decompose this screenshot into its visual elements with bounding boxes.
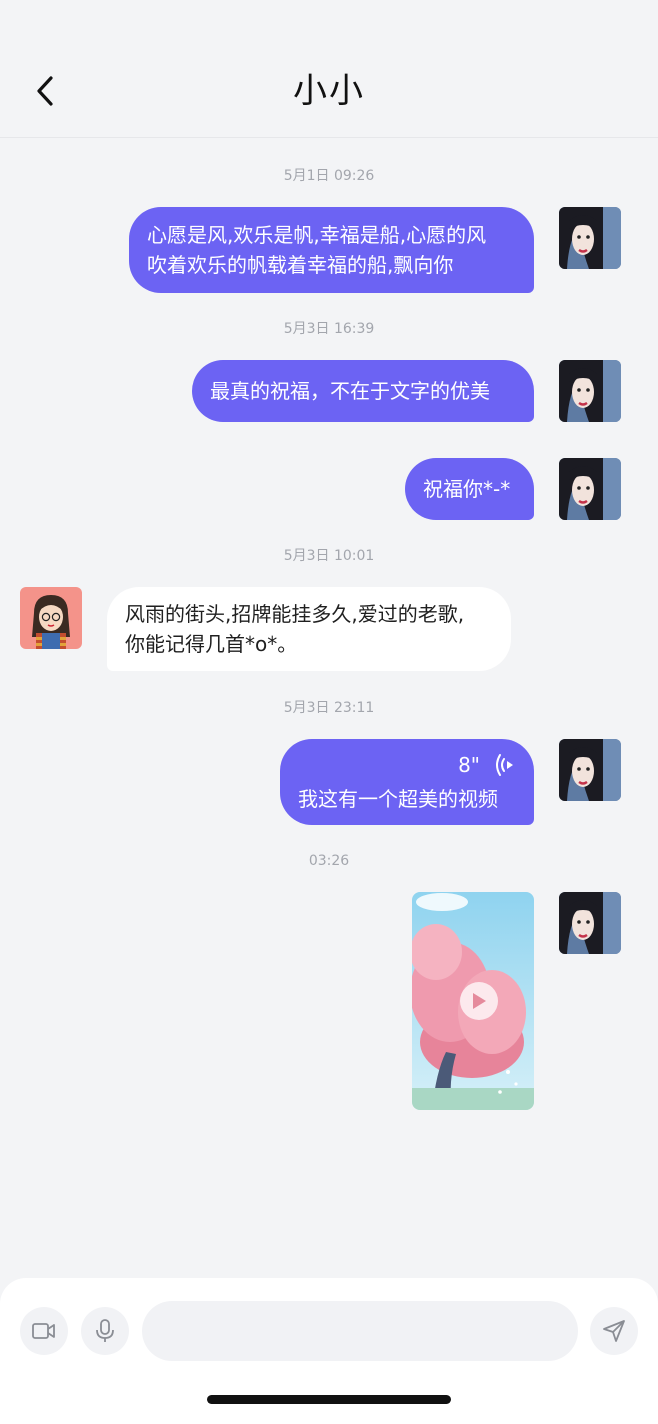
outgoing-message-bubble[interactable]: 最真的祝福，不在于文字的优美 bbox=[192, 360, 534, 422]
video-message-thumbnail[interactable] bbox=[412, 892, 534, 1110]
message-text-line: 你能记得几首*o*。 bbox=[125, 632, 298, 656]
outgoing-message-bubble[interactable]: 心愿是风,欢乐是帆,幸福是船,心愿的风 吹着欢乐的帆载着幸福的船,飘向你 bbox=[129, 207, 534, 293]
voice-message-row[interactable]: 8" bbox=[298, 750, 516, 780]
my-avatar[interactable] bbox=[559, 892, 621, 954]
voice-wave-icon bbox=[496, 754, 513, 776]
message-timestamp: 5月3日 10:01 bbox=[283, 548, 375, 564]
message-text-line: 心愿是风,欢乐是帆,幸福是船,心愿的风 bbox=[147, 223, 487, 247]
my-avatar[interactable] bbox=[559, 739, 621, 801]
message-timestamp: 03:26 bbox=[308, 853, 350, 869]
message-timestamp: 5月3日 16:39 bbox=[283, 321, 375, 337]
microphone-icon bbox=[96, 1319, 114, 1342]
message-text-line: 最真的祝福，不在于文字的优美 bbox=[210, 379, 490, 403]
message-timestamp: 5月1日 09:26 bbox=[283, 168, 375, 184]
send-button[interactable] bbox=[590, 1307, 638, 1355]
my-avatar[interactable] bbox=[559, 207, 621, 269]
message-text-line: 吹着欢乐的帆载着幸福的船,飘向你 bbox=[147, 253, 454, 277]
video-camera-icon bbox=[32, 1323, 55, 1339]
play-icon bbox=[473, 993, 486, 1009]
chat-header: 小小 bbox=[0, 0, 658, 138]
voice-message-bubble[interactable]: 8" 我这有一个超美的视频 bbox=[280, 739, 534, 825]
voice-duration: 8" bbox=[458, 753, 480, 777]
play-button[interactable] bbox=[460, 982, 498, 1020]
outgoing-message-bubble[interactable]: 祝福你*-* bbox=[405, 458, 534, 520]
incoming-message-bubble[interactable]: 风雨的街头,招牌能挂多久,爱过的老歌, 你能记得几首*o*。 bbox=[107, 587, 511, 671]
message-text-line: 我这有一个超美的视频 bbox=[298, 787, 498, 811]
voice-input-button[interactable] bbox=[81, 1307, 129, 1355]
video-call-button[interactable] bbox=[20, 1307, 68, 1355]
my-avatar[interactable] bbox=[559, 458, 621, 520]
message-text-line: 风雨的街头,招牌能挂多久,爱过的老歌, bbox=[125, 602, 465, 626]
message-input[interactable] bbox=[142, 1301, 578, 1361]
send-icon bbox=[603, 1320, 625, 1342]
message-text-line: 祝福你*-* bbox=[423, 477, 511, 501]
home-indicator bbox=[207, 1395, 451, 1404]
chat-title: 小小 bbox=[293, 71, 365, 111]
my-avatar[interactable] bbox=[559, 360, 621, 422]
contact-avatar[interactable] bbox=[20, 587, 82, 649]
message-timestamp: 5月3日 23:11 bbox=[283, 700, 375, 716]
